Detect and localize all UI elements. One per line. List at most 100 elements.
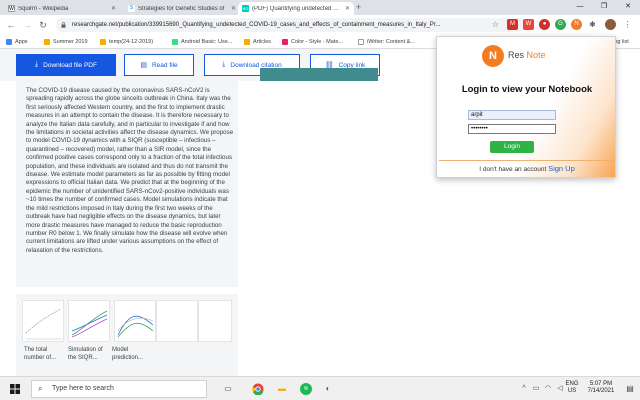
brand-res: Res [508, 50, 525, 60]
tab-title: Squirm - Wikipedia [18, 5, 69, 12]
bookmark-label: Apps [15, 39, 28, 45]
bookmark-star-icon[interactable]: ☆ [490, 19, 501, 30]
password-field[interactable]: •••••••• [468, 124, 556, 134]
figure-caption[interactable]: Model prediction... [112, 346, 154, 364]
close-window-button[interactable]: ✕ [616, 0, 640, 15]
bookmark-color-style[interactable]: Color - Style - Mate... [282, 37, 343, 47]
resnote-brand: Res Note [508, 50, 546, 60]
bookmark-label: iWriter: Content &... [367, 39, 415, 45]
tray-chevron-icon[interactable]: ^ [518, 383, 530, 395]
sidebar-banner [260, 68, 378, 81]
signup-link[interactable]: Sign Up [548, 164, 575, 173]
menu-kebab-icon[interactable]: ⋮ [622, 19, 633, 30]
new-tab-button[interactable]: + [356, 2, 361, 13]
wikipedia-favicon-icon: W [8, 5, 15, 12]
researchgate-favicon-icon: RG [242, 5, 249, 12]
chrome-taskbar-icon[interactable] [252, 383, 264, 396]
bookmark-articles[interactable]: Articles [244, 37, 271, 47]
task-view-icon[interactable]: ▭ [222, 383, 234, 395]
minimize-button[interactable]: — [568, 0, 592, 15]
folder-icon [44, 39, 50, 45]
bookmark-android-basic[interactable]: Android Basic: Use... [172, 37, 232, 47]
download-pdf-label: Download file PDF [43, 61, 97, 69]
extension-red-icon[interactable]: ● [539, 19, 550, 30]
iwriter-icon [358, 39, 364, 45]
address-bar[interactable]: researchgate.net/publication/339915690_Q… [56, 18, 526, 32]
bookmark-label: Android Basic: Use... [181, 39, 233, 45]
resnote-extension-icon[interactable]: N [571, 19, 582, 30]
figure-thumbnail[interactable] [68, 300, 110, 342]
article-favicon-icon: S [128, 5, 135, 12]
clock-date: 7/14/2021 [587, 388, 615, 394]
avatar[interactable] [605, 19, 616, 30]
figure-caption[interactable]: Simulation of the SIQR... [68, 346, 110, 364]
clock[interactable]: 5:07 PM 7/14/2021 [584, 381, 618, 395]
figure-strip: The total number of... Simulation of the… [16, 294, 238, 376]
maximize-button[interactable]: ❐ [592, 0, 616, 15]
search-icon: ⌕ [38, 384, 43, 393]
tab-title: (PDF) Quantifying undetected CO [252, 5, 342, 12]
wifi-icon[interactable]: ◠ [542, 383, 554, 395]
download-icon: ⤓ [35, 61, 39, 68]
figure-thumbnail[interactable] [198, 300, 232, 342]
edge-icon[interactable]: ◐ [322, 383, 334, 395]
folder-icon [244, 39, 250, 45]
extension-green-icon[interactable]: G [555, 19, 566, 30]
reload-button[interactable]: ↻ [37, 19, 49, 31]
file-explorer-icon[interactable]: ▬ [276, 383, 288, 395]
abstract-text: The COVID-19 disease caused by the coron… [26, 87, 234, 254]
bookmark-iwriter[interactable]: iWriter: Content &... [358, 37, 415, 47]
bookmark-label: temp(24-12-2019) [109, 39, 154, 45]
popup-divider [439, 160, 615, 161]
bookmark-apps[interactable]: Apps [6, 37, 28, 47]
bookmark-label: Color - Style - Mate... [291, 39, 343, 45]
resnote-logo-icon: N [482, 45, 504, 67]
figure-thumbnail[interactable] [156, 300, 198, 342]
language-code: ENG [565, 381, 579, 387]
bookmark-label: Articles [253, 39, 272, 45]
clock-time: 5:07 PM [589, 381, 613, 387]
region-code: US [567, 388, 577, 394]
username-field[interactable]: arpit [468, 110, 556, 120]
windows-taskbar: Type here to search ⌕ ▭ ▬ ≋ ◐ ^ ▭ ◠ ◁ EN… [0, 376, 640, 400]
tab-title: Strategies for Genetic Studies of [138, 5, 225, 12]
download-icon: ⤓ [222, 61, 226, 68]
extension-m-icon[interactable]: M [507, 19, 518, 30]
bookmark-label: Summer 2019 [53, 39, 88, 45]
spotify-icon[interactable]: ≋ [300, 383, 312, 395]
windows-start-icon[interactable] [10, 384, 20, 394]
language-indicator[interactable]: ENG US [564, 381, 580, 395]
read-file-button[interactable]: ▤ Read file [124, 54, 194, 76]
tab-strip: W Squirm - Wikipedia ✕ S Strategies for … [0, 0, 640, 15]
taskbar-search-input[interactable]: Type here to search [31, 380, 207, 398]
notifications-icon[interactable]: ▤ [624, 383, 636, 395]
tab-wikipedia[interactable]: W Squirm - Wikipedia ✕ [4, 2, 120, 15]
tab-strategies[interactable]: S Strategies for Genetic Studies of ✕ [124, 2, 240, 15]
close-tab-icon[interactable]: ✕ [111, 5, 116, 12]
popup-title: Login to view your Notebook [461, 84, 593, 95]
no-account-text: I don't have an account [479, 166, 547, 173]
figure-caption[interactable]: The total number of... [24, 346, 66, 364]
lock-icon[interactable] [61, 22, 66, 28]
bookmark-summer-2019[interactable]: Summer 2019 [44, 37, 88, 47]
close-tab-icon[interactable]: ✕ [231, 5, 236, 12]
bookmark-temp[interactable]: temp(24-12-2019) [100, 37, 153, 47]
signup-row: I don't have an account Sign Up [437, 164, 615, 173]
close-tab-icon[interactable]: ✕ [345, 5, 350, 12]
material-icon [282, 39, 288, 45]
apps-grid-icon [6, 39, 12, 45]
back-button[interactable]: ← [5, 19, 17, 31]
download-pdf-button[interactable]: ⤓ Download file PDF [16, 54, 116, 76]
forward-button[interactable]: → [21, 19, 33, 31]
login-button[interactable]: Login [490, 141, 534, 153]
resnote-login-popup: N Res Note Login to view your Notebook a… [436, 36, 616, 178]
android-icon [172, 39, 178, 45]
brand-note: Note [526, 50, 546, 60]
browser-toolbar: ← → ↻ researchgate.net/publication/33991… [0, 15, 640, 35]
extensions-puzzle-icon[interactable]: ✱ [587, 19, 598, 30]
figure-thumbnail[interactable] [114, 300, 156, 342]
network-icon[interactable]: ▭ [530, 383, 542, 395]
figure-thumbnail[interactable] [22, 300, 64, 342]
extension-w-icon[interactable]: W [523, 19, 534, 30]
tab-researchgate[interactable]: RG (PDF) Quantifying undetected CO ✕ [238, 2, 354, 15]
